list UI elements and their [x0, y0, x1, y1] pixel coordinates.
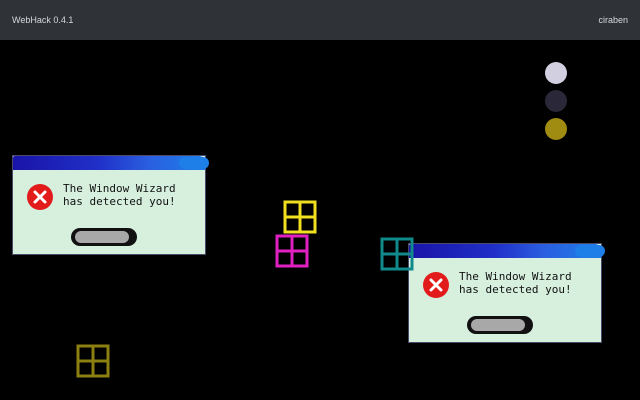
dialog-message-line-2: has detected you! — [459, 283, 572, 296]
color-dot-dark[interactable] — [545, 90, 567, 112]
window-icon-teal[interactable] — [380, 237, 414, 271]
dialog-window-wizard[interactable]: The Window Wizard has detected you! — [408, 243, 605, 343]
dialog-title-bar[interactable] — [409, 244, 605, 258]
user-name[interactable]: ciraben — [598, 15, 628, 25]
color-dot-gold[interactable] — [545, 118, 567, 140]
dialog-message-line-1: The Window Wizard — [63, 182, 176, 195]
dialog-ok-button[interactable] — [71, 228, 137, 246]
dialog-message-line-2: has detected you! — [63, 195, 176, 208]
error-icon — [423, 272, 449, 298]
window-icon-olive[interactable] — [76, 344, 110, 378]
dialog-message-line-1: The Window Wizard — [459, 270, 572, 283]
window-icon-yellow[interactable] — [283, 200, 317, 234]
color-dot-light[interactable] — [545, 62, 567, 84]
app-title: WebHack 0.4.1 — [12, 15, 74, 25]
dialog-message: The Window Wizard has detected you! — [459, 270, 599, 296]
window-icon-magenta[interactable] — [275, 234, 309, 268]
dialog-window-wizard[interactable]: The Window Wizard has detected you! — [12, 155, 209, 255]
dialog-title-bar[interactable] — [13, 156, 209, 170]
error-icon — [27, 184, 53, 210]
dialog-message: The Window Wizard has detected you! — [63, 182, 203, 208]
top-bar: WebHack 0.4.1 ciraben — [0, 0, 640, 40]
dialog-ok-button[interactable] — [467, 316, 533, 334]
